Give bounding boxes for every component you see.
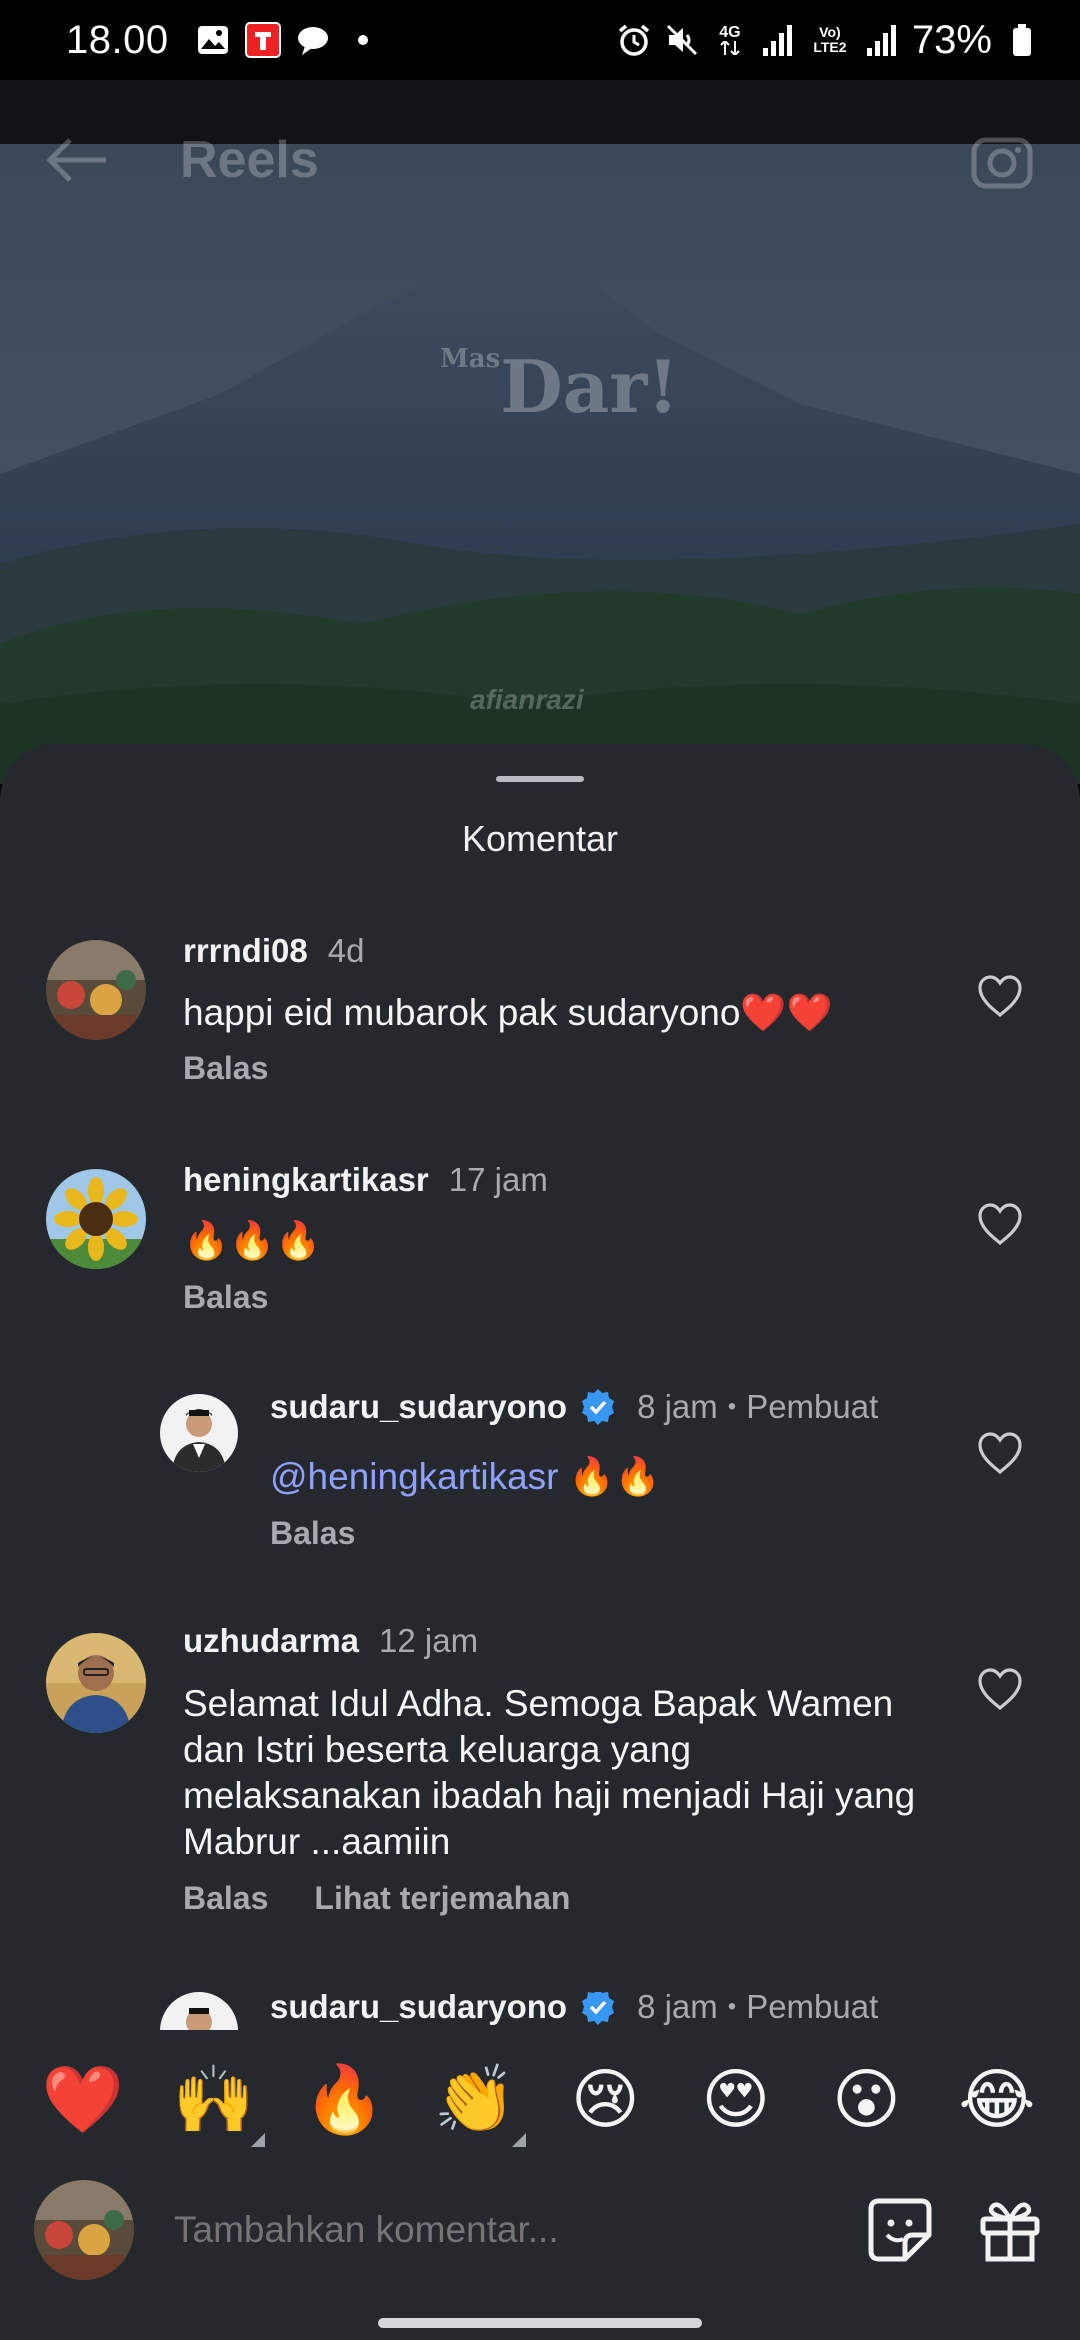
system-nav-bar: [0, 2290, 1080, 2340]
comment-username[interactable]: rrrndi08: [183, 932, 308, 970]
battery-icon: [1004, 22, 1040, 58]
reply-button[interactable]: Balas: [183, 1880, 268, 1917]
camera-icon[interactable]: [970, 128, 1034, 192]
chat-icon: [295, 22, 331, 58]
like-heart-icon[interactable]: [974, 970, 1026, 1022]
verified-badge-icon: [579, 1388, 617, 1426]
system-icons: 4G Vo) LTE2 73%: [616, 18, 1040, 63]
reply-button[interactable]: Balas: [183, 1050, 268, 1087]
comment-header: heningkartikasr 17 jam: [183, 1161, 548, 1199]
comment-username[interactable]: uzhudarma: [183, 1622, 359, 1660]
comment-text-body: 🔥🔥: [558, 1456, 661, 1497]
see-translation-link[interactable]: Lihat terjemahan: [314, 1880, 570, 1917]
verified-badge-icon: [579, 1992, 617, 2026]
comment-actions: Balas: [183, 1279, 268, 1316]
gallery-icon: [195, 22, 231, 58]
comment-text: happi eid mubarok pak sudaryono❤️❤️: [183, 992, 833, 1033]
emoji-glyph: 👏: [433, 2061, 516, 2138]
comment-header: sudaru_sudaryono 8 jam • Pembuat: [270, 1992, 878, 2026]
status-time: 18.00: [66, 17, 169, 62]
more-notifications-dot-icon: [345, 22, 381, 58]
comment-actions: Balas Lihat terjemahan: [183, 1880, 570, 1917]
comment-time: 8 jam: [637, 1992, 718, 2025]
emoji-heart-eyes[interactable]: 😍: [691, 2055, 781, 2145]
network-4g-icon: 4G: [712, 22, 748, 58]
network-label: 4G: [719, 24, 741, 41]
comment-username[interactable]: sudaru_sudaryono: [270, 1388, 567, 1426]
signal-icon: [760, 22, 796, 58]
reply-button[interactable]: Balas: [270, 1515, 355, 1552]
avatar[interactable]: [46, 940, 146, 1040]
comment-actions: Balas: [183, 1050, 268, 1087]
reel-header: Reels: [0, 110, 1080, 210]
signal-2-icon: [864, 22, 900, 58]
emoji-glyph: 🙌: [172, 2061, 255, 2138]
comment-time: 4d: [327, 932, 365, 969]
emoji-crying[interactable]: 😢: [560, 2055, 650, 2145]
like-heart-icon[interactable]: [974, 1427, 1026, 1479]
comment-header: sudaru_sudaryono 8 jam • Pembuat: [270, 1388, 878, 1426]
alarm-icon: [616, 22, 652, 58]
emoji-clapping[interactable]: 👏: [430, 2055, 526, 2147]
reel-overlay-text: MasDar!: [440, 344, 679, 429]
gift-icon[interactable]: [974, 2194, 1046, 2266]
skin-tone-indicator: [250, 2133, 265, 2147]
back-arrow-icon[interactable]: [46, 128, 110, 192]
reel-overlay-main: Dar!: [500, 344, 679, 429]
separator-dot: •: [727, 1993, 737, 2020]
sheet-title: Komentar: [461, 818, 619, 859]
emoji-reaction-bar: ❤️ 🙌 🔥 👏 😢 😍 😮 😂: [0, 2030, 1080, 2170]
avatar[interactable]: [46, 1633, 146, 1733]
skin-tone-indicator: [511, 2133, 526, 2147]
like-heart-icon[interactable]: [974, 1198, 1026, 1250]
comment-time: 17 jam: [448, 1161, 548, 1198]
separator-dot: •: [727, 1393, 737, 1420]
comment-header: uzhudarma 12 jam: [183, 1622, 478, 1660]
sticker-icon[interactable]: [864, 2194, 936, 2266]
mute-icon: [664, 22, 700, 58]
reel-video-background: MasDar! afianrazi: [0, 144, 1080, 784]
reel-watermark: afianrazi: [470, 684, 584, 715]
notification-icons: [195, 22, 381, 58]
emoji-surprised[interactable]: 😮: [821, 2055, 911, 2145]
comment-input[interactable]: [174, 2209, 826, 2251]
emoji-laughing[interactable]: 😂: [952, 2055, 1042, 2145]
emoji-raised-hands[interactable]: 🙌: [169, 2055, 265, 2147]
current-user-avatar: [34, 2180, 134, 2280]
volte-icon: Vo) LTE2: [808, 22, 852, 58]
comment-actions: Balas: [270, 1515, 355, 1552]
avatar[interactable]: [46, 1169, 146, 1269]
comment-text: 🔥🔥🔥: [183, 1220, 322, 1261]
reply-item: sudaru_sudaryono 8 jam • Pembuat: [0, 1992, 1080, 2030]
comment-text: Selamat Idul Adha. Semoga Bapak Wamen da…: [183, 1683, 916, 1862]
comment-username[interactable]: heningkartikasr: [183, 1161, 429, 1199]
comment-time: 12 jam: [379, 1622, 479, 1659]
comment-username[interactable]: sudaru_sudaryono: [270, 1992, 567, 2026]
creator-label: Pembuat: [746, 1992, 879, 2025]
sheet-drag-handle[interactable]: [496, 776, 584, 782]
avatar[interactable]: [160, 1394, 238, 1472]
mention-link[interactable]: @heningkartikasr: [270, 1456, 558, 1497]
comment-header: rrrndi08 4d: [183, 932, 364, 970]
status-bar: 18.00 4G Vo) LTE2 73%: [0, 0, 1080, 80]
comment-text: @heningkartikasr 🔥🔥: [270, 1454, 1010, 1500]
reel-overlay-small: Mas: [440, 344, 501, 374]
like-heart-icon[interactable]: [974, 1663, 1026, 1715]
reply-button[interactable]: Balas: [183, 1279, 268, 1316]
creator-label: Pembuat: [746, 1388, 879, 1425]
emoji-heart[interactable]: ❤️: [38, 2055, 128, 2145]
volte-label: Vo) LTE2: [813, 24, 847, 55]
comment-composer: [0, 2170, 1080, 2290]
home-gesture-pill[interactable]: [378, 2318, 702, 2328]
reels-title: Reels: [180, 131, 319, 189]
avatar[interactable]: [160, 1992, 238, 2030]
emoji-fire[interactable]: 🔥: [299, 2055, 389, 2145]
comment-time: 8 jam: [637, 1388, 718, 1425]
battery-percent: 73%: [911, 17, 992, 62]
app-notification-icon: [244, 22, 281, 58]
